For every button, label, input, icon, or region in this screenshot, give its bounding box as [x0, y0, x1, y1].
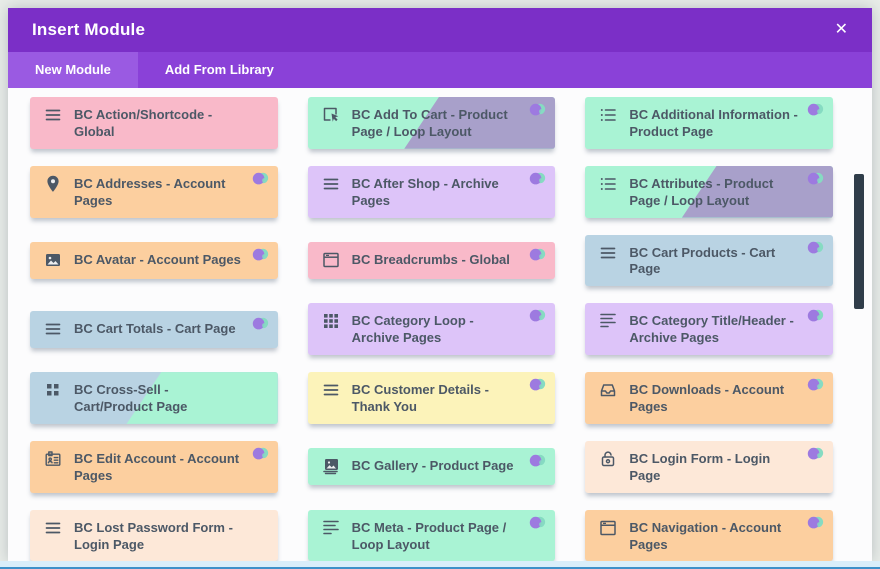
module-tile-bc-login-form-login-page[interactable]: BC Login Form - Login Page: [585, 441, 833, 493]
module-tile-label: BC Category Title/Header - Archive Pages: [629, 313, 801, 347]
map-pin-icon: [43, 174, 63, 194]
module-tile-bc-edit-account-account-pages[interactable]: BC Edit Account - Account Pages: [30, 441, 278, 493]
ai-badge-icon: [529, 453, 546, 468]
module-tile-label: BC Avatar - Account Pages: [74, 252, 241, 269]
blocks-icon: [43, 380, 63, 400]
module-tile-bc-addresses-account-pages[interactable]: BC Addresses - Account Pages: [30, 166, 278, 218]
page-background-strip: [0, 561, 880, 569]
menu-icon: [43, 105, 63, 125]
module-tile-bc-breadcrumbs-global[interactable]: BC Breadcrumbs - Global: [308, 242, 556, 279]
ai-badge-icon: [807, 240, 824, 255]
detail-list-icon: [598, 174, 618, 194]
menu-icon: [321, 174, 341, 194]
module-tile-bc-downloads-account-pages[interactable]: BC Downloads - Account Pages: [585, 372, 833, 424]
ai-badge-icon: [807, 377, 824, 392]
module-tile-bc-cross-sell-cart-product-page[interactable]: BC Cross-Sell - Cart/Product Page: [30, 372, 278, 424]
window-icon: [598, 518, 618, 538]
ai-badge-icon: [529, 102, 546, 117]
module-tile-bc-add-to-cart-product-page-loop-layout[interactable]: BC Add To Cart - Product Page / Loop Lay…: [308, 97, 556, 149]
module-tile-label: BC Cart Products - Cart Page: [629, 245, 801, 279]
module-tile-label: BC Category Loop - Archive Pages: [352, 313, 524, 347]
module-list-panel: BC Action/Shortcode - Global BC Add To C…: [8, 88, 872, 561]
menu-icon: [43, 319, 63, 339]
module-tile-label: BC Lost Password Form - Login Page: [74, 520, 246, 554]
module-tile-bc-navigation-account-pages[interactable]: BC Navigation - Account Pages: [585, 510, 833, 561]
module-tile-label: BC Meta - Product Page / Loop Layout: [352, 520, 524, 554]
ai-badge-icon: [529, 171, 546, 186]
module-tile-bc-attributes-product-page-loop-layout[interactable]: BC Attributes - Product Page / Loop Layo…: [585, 166, 833, 218]
module-tile-label: BC Downloads - Account Pages: [629, 382, 801, 416]
module-tile-label: BC Addresses - Account Pages: [74, 176, 246, 210]
gallery-icon: [321, 456, 341, 476]
lock-icon: [598, 449, 618, 469]
module-tile-label: BC Customer Details - Thank You: [352, 382, 524, 416]
module-tile-bc-lost-password-form-login-page[interactable]: BC Lost Password Form - Login Page: [30, 510, 278, 561]
insert-module-modal: Insert Module ✕ New Module Add From Libr…: [8, 8, 872, 561]
module-tile-bc-gallery-product-page[interactable]: BC Gallery - Product Page: [308, 448, 556, 485]
module-tile-label: BC Gallery - Product Page: [352, 458, 514, 475]
ai-badge-icon: [529, 247, 546, 262]
ai-badge-icon: [252, 316, 269, 331]
inbox-icon: [598, 380, 618, 400]
ai-badge-icon: [807, 102, 824, 117]
module-tile-label: BC Action/Shortcode - Global: [74, 107, 246, 141]
scrollbar-thumb[interactable]: [854, 174, 864, 309]
ai-badge-icon: [807, 515, 824, 530]
modal-title: Insert Module: [32, 20, 145, 40]
cursor-click-icon: [321, 105, 341, 125]
module-tile-label: BC Breadcrumbs - Global: [352, 252, 510, 269]
modal-tabs: New Module Add From Library: [8, 52, 872, 88]
ai-badge-icon: [252, 247, 269, 262]
detail-list-icon: [598, 105, 618, 125]
image-icon: [43, 250, 63, 270]
module-tile-bc-meta-product-page-loop-layout[interactable]: BC Meta - Product Page / Loop Layout: [308, 510, 556, 561]
module-tile-label: BC Navigation - Account Pages: [629, 520, 801, 554]
ai-badge-icon: [529, 308, 546, 323]
text-align-icon: [321, 518, 341, 538]
menu-icon: [43, 518, 63, 538]
ai-badge-icon: [252, 446, 269, 461]
ai-badge-icon: [529, 377, 546, 392]
tab-add-from-library[interactable]: Add From Library: [138, 52, 301, 88]
module-tile-bc-avatar-account-pages[interactable]: BC Avatar - Account Pages: [30, 242, 278, 279]
module-tile-label: BC Cross-Sell - Cart/Product Page: [74, 382, 246, 416]
tab-new-module[interactable]: New Module: [8, 52, 138, 88]
ai-badge-icon: [807, 446, 824, 461]
menu-icon: [321, 380, 341, 400]
module-tile-label: BC Attributes - Product Page / Loop Layo…: [629, 176, 801, 210]
modal-header: Insert Module ✕: [8, 8, 872, 52]
ai-badge-icon: [529, 515, 546, 530]
module-tile-bc-action-shortcode-global[interactable]: BC Action/Shortcode - Global: [30, 97, 278, 149]
module-tile-bc-category-title-header-archive-pages[interactable]: BC Category Title/Header - Archive Pages: [585, 303, 833, 355]
close-icon[interactable]: ✕: [835, 22, 848, 38]
module-grid: BC Action/Shortcode - Global BC Add To C…: [30, 97, 833, 561]
module-tile-bc-category-loop-archive-pages[interactable]: BC Category Loop - Archive Pages: [308, 303, 556, 355]
ai-badge-icon: [807, 308, 824, 323]
ai-badge-icon: [807, 171, 824, 186]
module-tile-label: BC Cart Totals - Cart Page: [74, 321, 236, 338]
module-tile-label: BC Additional Information - Product Page: [629, 107, 801, 141]
id-card-icon: [43, 449, 63, 469]
menu-icon: [598, 243, 618, 263]
window-icon: [321, 250, 341, 270]
module-tile-label: BC Login Form - Login Page: [629, 451, 801, 485]
module-tile-bc-after-shop-archive-pages[interactable]: BC After Shop - Archive Pages: [308, 166, 556, 218]
module-tile-label: BC Add To Cart - Product Page / Loop Lay…: [352, 107, 524, 141]
module-tile-bc-cart-totals-cart-page[interactable]: BC Cart Totals - Cart Page: [30, 311, 278, 348]
module-tile-bc-cart-products-cart-page[interactable]: BC Cart Products - Cart Page: [585, 235, 833, 287]
text-align-icon: [598, 311, 618, 331]
module-tile-bc-customer-details-thank-you[interactable]: BC Customer Details - Thank You: [308, 372, 556, 424]
module-tile-label: BC After Shop - Archive Pages: [352, 176, 524, 210]
grid-icon: [321, 311, 341, 331]
module-tile-label: BC Edit Account - Account Pages: [74, 451, 246, 485]
module-tile-bc-additional-information-product-page[interactable]: BC Additional Information - Product Page: [585, 97, 833, 149]
ai-badge-icon: [252, 171, 269, 186]
